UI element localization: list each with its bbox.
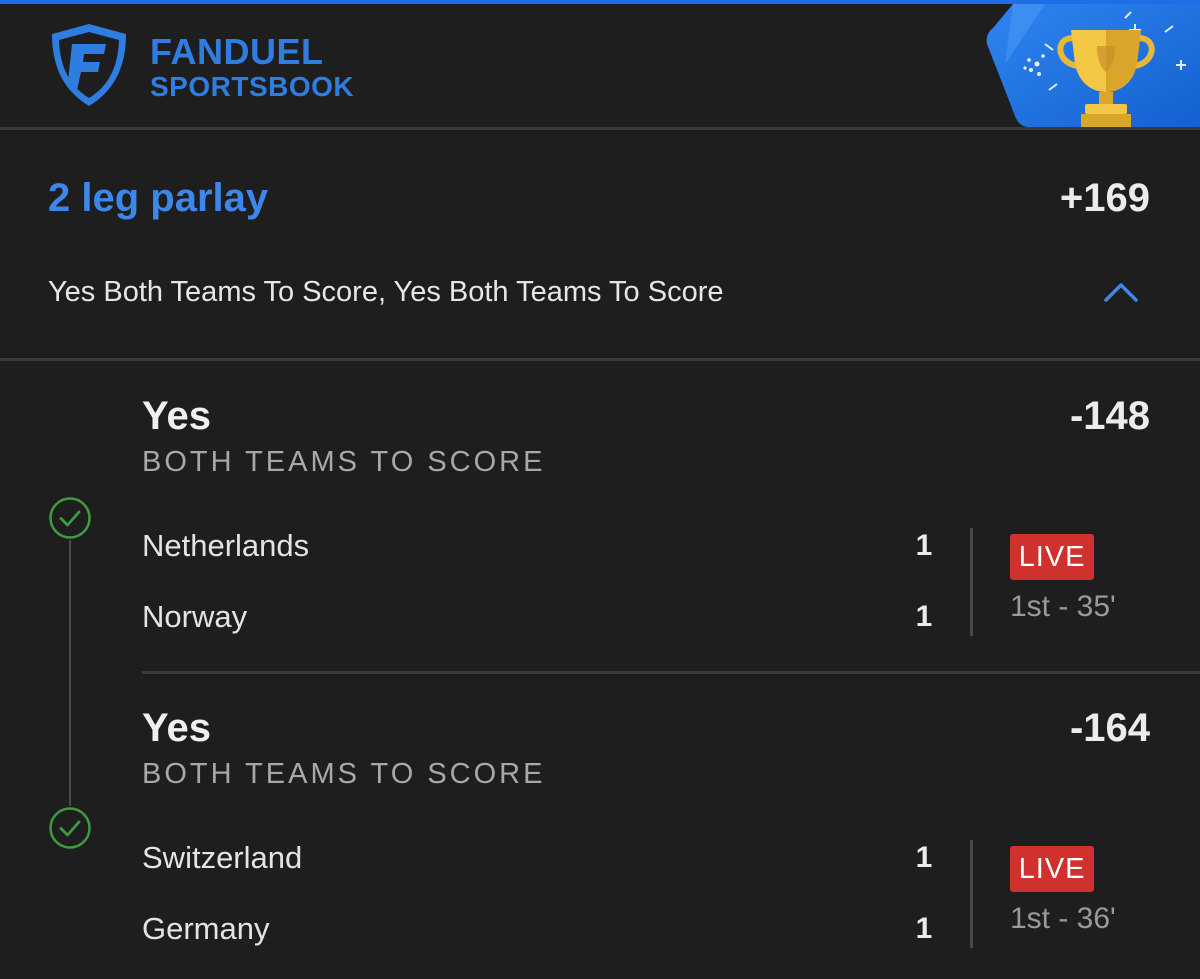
brand-subtitle: SPORTSBOOK xyxy=(150,71,355,102)
team-name: Germany xyxy=(142,911,270,946)
leg-pick: Yes xyxy=(142,706,211,750)
live-badge: LIVE xyxy=(1010,534,1094,580)
parlay-title: 2 leg parlay xyxy=(48,176,269,220)
parlay-odds: +169 xyxy=(1059,176,1150,220)
leg-pick: Yes xyxy=(142,394,211,438)
leg-odds: -148 xyxy=(1069,394,1150,438)
team-name: Netherlands xyxy=(142,528,310,563)
leg-timeline xyxy=(69,540,71,806)
header-divider xyxy=(0,127,1200,130)
fanduel-shield-icon xyxy=(52,24,126,106)
leg-odds: -164 xyxy=(1069,706,1150,750)
leg-market: BOTH TEAMS TO SCORE xyxy=(142,758,546,790)
check-circle-icon xyxy=(49,807,91,849)
match-clock: 1st - 36' xyxy=(1010,902,1116,935)
check-circle-icon xyxy=(49,497,91,539)
team-name: Norway xyxy=(142,599,248,634)
team-score: 1 xyxy=(915,600,933,633)
team-name: Switzerland xyxy=(142,840,303,875)
team-score: 1 xyxy=(915,529,933,562)
score-divider xyxy=(970,528,973,636)
section-divider xyxy=(0,358,1200,361)
parlay-legs-summary: Yes Both Teams To Score, Yes Both Teams … xyxy=(48,276,724,308)
team-score: 1 xyxy=(915,912,933,945)
team-score: 1 xyxy=(915,841,933,874)
match-clock: 1st - 35' xyxy=(1010,590,1116,623)
brand-wordmark[interactable]: FANDUEL SPORTSBOOK xyxy=(150,34,354,101)
score-divider xyxy=(970,840,973,948)
leg-market: BOTH TEAMS TO SCORE xyxy=(142,446,546,478)
live-badge: LIVE xyxy=(1010,846,1094,892)
leg-divider xyxy=(142,671,1200,674)
brand-name: FANDUEL xyxy=(150,31,324,72)
trophy-icon[interactable] xyxy=(985,4,1200,127)
chevron-up-icon[interactable] xyxy=(1102,280,1140,304)
